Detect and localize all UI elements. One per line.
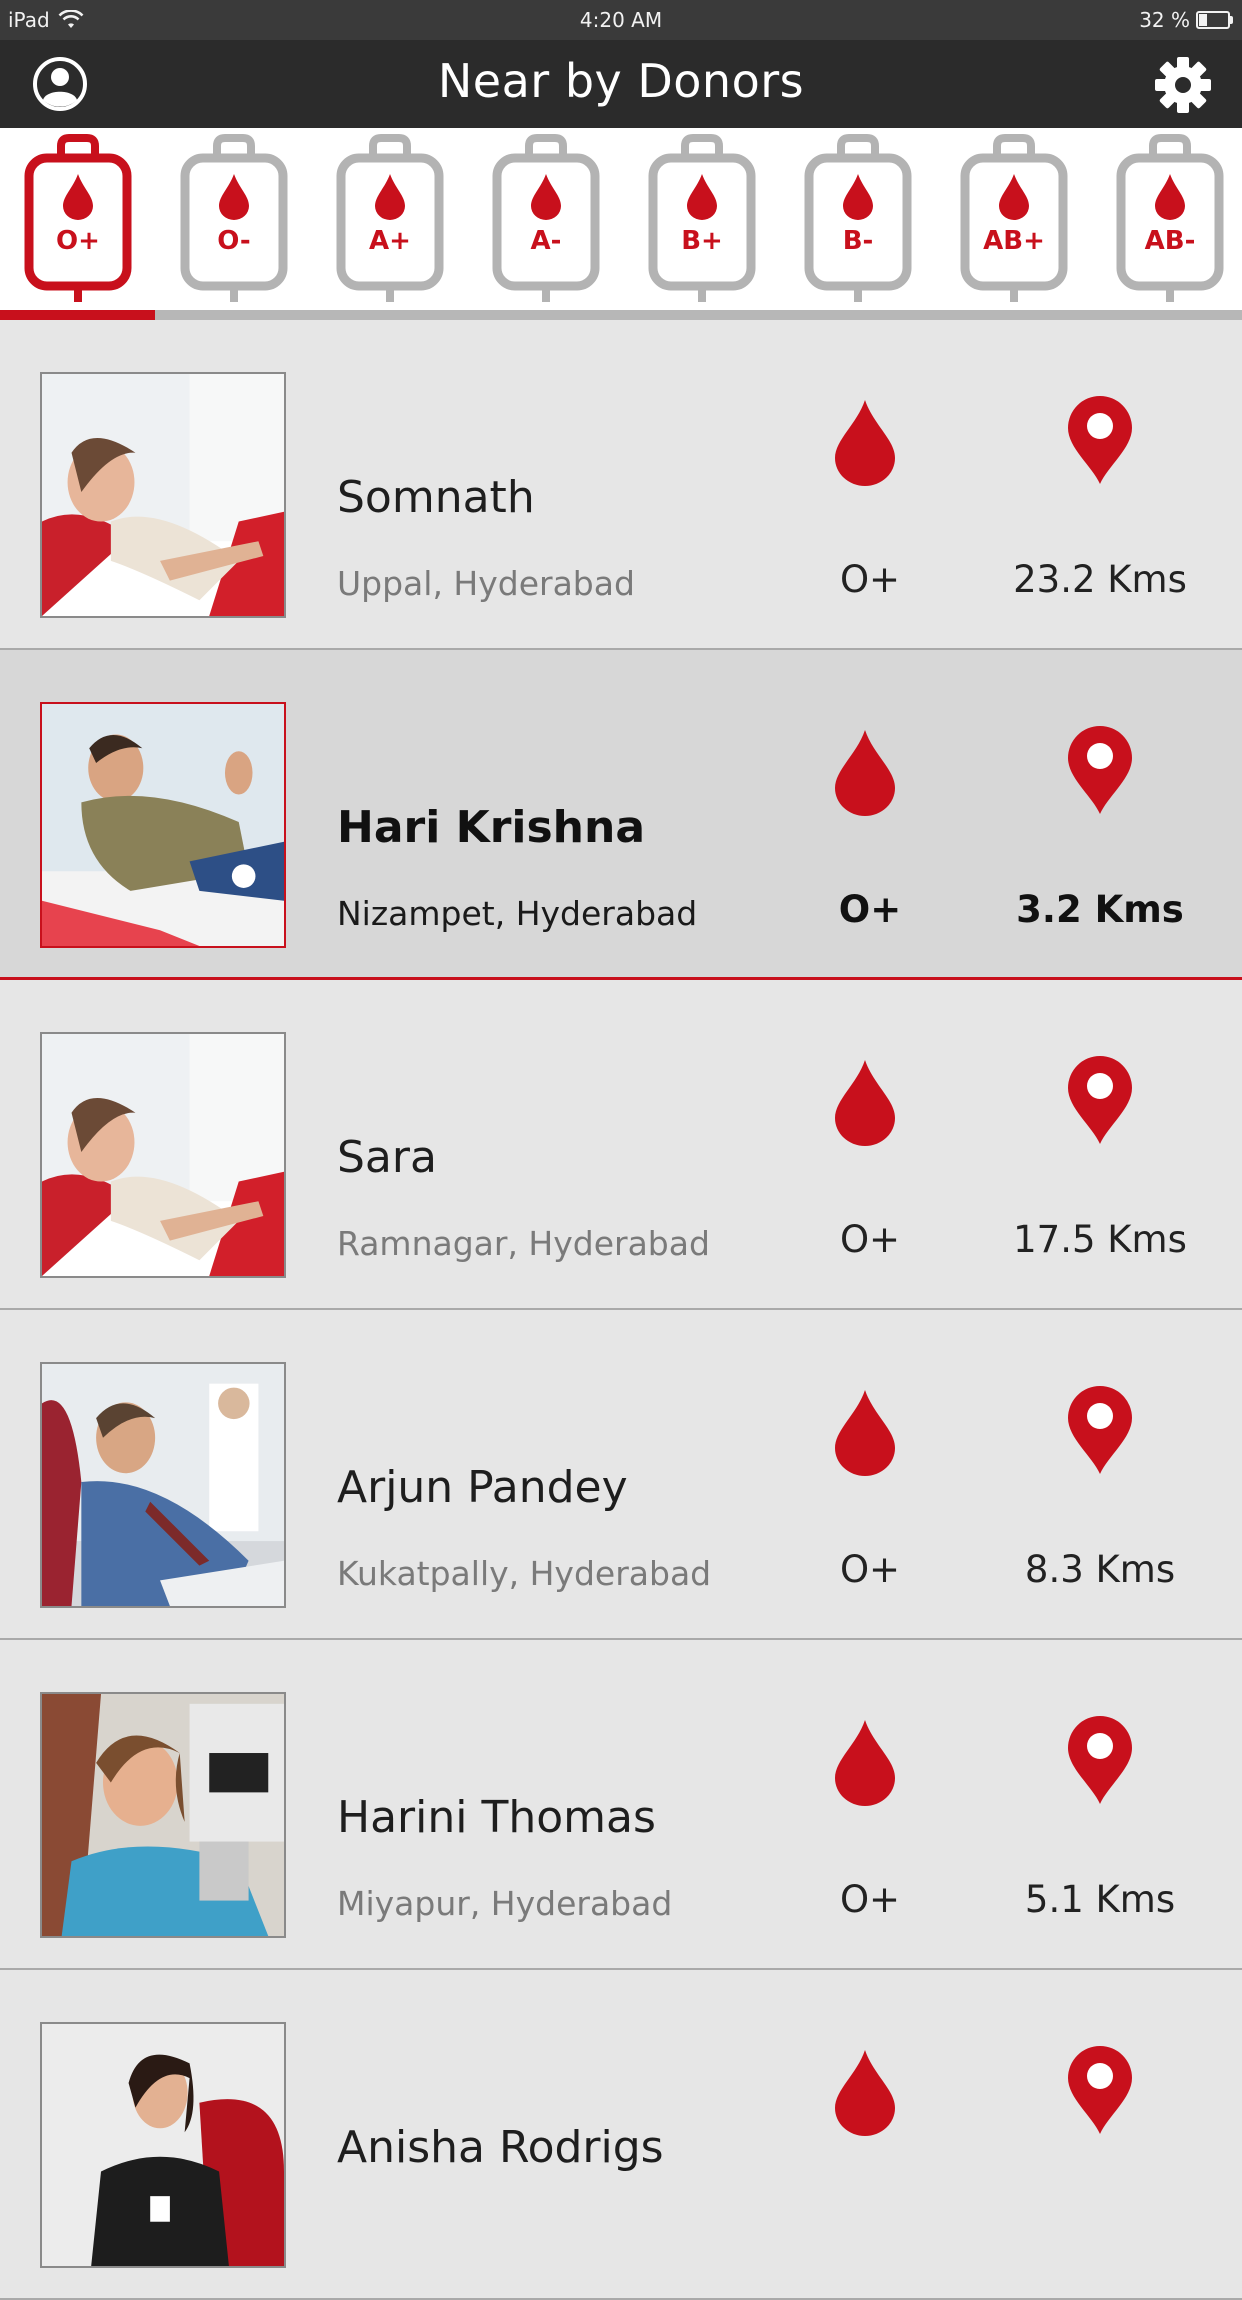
blood-bag-icon [1116, 134, 1224, 302]
blood-bag-icon [180, 134, 288, 302]
battery-icon [1196, 11, 1233, 29]
blood-type-label: A- [530, 226, 562, 256]
donor-row[interactable]: Arjun Pandey Kukatpally, Hyderabad O+ 8.… [0, 1310, 1242, 1640]
blood-bag-icon [648, 134, 756, 302]
tab-track [0, 310, 1242, 320]
donor-name: Somnath [337, 472, 535, 523]
blood-type-tabs: O+ O- A+ A- B+ B- AB+ AB- [0, 128, 1242, 320]
donor-row[interactable]: Somnath Uppal, Hyderabad O+ 23.2 Kms [0, 320, 1242, 650]
donor-row[interactable]: Anisha Rodrigs [0, 1970, 1242, 2300]
donor-distance: 8.3 Kms [1024, 1548, 1176, 1591]
donor-location: Miyapur, Hyderabad [337, 1884, 673, 1923]
donor-location: Nizampet, Hyderabad [337, 894, 698, 933]
location-pin-icon [1068, 1056, 1132, 1144]
status-time: 4:20 AM [579, 8, 663, 32]
donor-name: Sara [337, 1132, 437, 1183]
blood-bag-icon [24, 134, 132, 302]
blood-type-label: O- [217, 226, 251, 256]
blood-drop-icon [835, 400, 895, 486]
blood-drop-icon [835, 1060, 895, 1146]
gear-icon[interactable] [1154, 56, 1212, 114]
tab-a-negative[interactable]: A- [491, 134, 601, 306]
donor-list: Somnath Uppal, Hyderabad O+ 23.2 Kms Har… [0, 320, 1242, 2300]
donor-name: Arjun Pandey [337, 1462, 628, 1513]
blood-drop-icon [835, 1720, 895, 1806]
blood-drop-icon [835, 1390, 895, 1476]
donor-name: Anisha Rodrigs [337, 2122, 664, 2173]
donor-blood-group: O+ [839, 1548, 901, 1591]
blood-type-label: AB- [1144, 226, 1196, 256]
tab-ab-negative[interactable]: AB- [1115, 134, 1225, 306]
tab-o-positive[interactable]: O+ [23, 134, 133, 306]
donor-blood-group: O+ [839, 558, 901, 601]
tab-a-positive[interactable]: A+ [335, 134, 445, 306]
donor-distance: 17.5 Kms [1013, 1218, 1187, 1261]
donor-location: Ramnagar, Hyderabad [337, 1224, 710, 1263]
donor-photo [40, 1362, 286, 1608]
donor-distance: 3.2 Kms [1016, 888, 1184, 931]
donor-blood-group: O+ [838, 888, 902, 931]
tab-b-positive[interactable]: B+ [647, 134, 757, 306]
location-pin-icon [1068, 2046, 1132, 2134]
nav-bar: Near by Donors [0, 40, 1242, 128]
blood-drop-icon [835, 2050, 895, 2136]
tab-ab-positive[interactable]: AB+ [959, 134, 1069, 306]
donor-location: Uppal, Hyderabad [337, 564, 635, 603]
donor-row[interactable]: Sara Ramnagar, Hyderabad O+ 17.5 Kms [0, 980, 1242, 1310]
status-bar: iPad 4:20 AM 32 % [0, 0, 1242, 40]
page-title: Near by Donors [437, 54, 805, 108]
donor-row[interactable]: Harini Thomas Miyapur, Hyderabad O+ 5.1 … [0, 1640, 1242, 1970]
donor-location: Kukatpally, Hyderabad [337, 1554, 712, 1593]
blood-type-label: O+ [56, 226, 100, 256]
donor-name: Hari Krishna [337, 802, 646, 853]
donor-photo [40, 1032, 286, 1278]
donor-blood-group: O+ [839, 1878, 901, 1921]
location-pin-icon [1068, 1716, 1132, 1804]
blood-bag-icon [336, 134, 444, 302]
donor-row[interactable]: Hari Krishna Nizampet, Hyderabad O+ 3.2 … [0, 650, 1242, 980]
blood-type-label: AB+ [983, 226, 1045, 256]
donor-blood-group: O+ [839, 1218, 901, 1261]
battery-percent: 32 % [1139, 8, 1190, 32]
donor-photo [40, 1692, 286, 1938]
blood-type-label: B+ [681, 226, 723, 256]
donor-distance: 5.1 Kms [1024, 1878, 1176, 1921]
tab-o-negative[interactable]: O- [179, 134, 289, 306]
location-pin-icon [1068, 1386, 1132, 1474]
donor-photo [40, 2022, 286, 2268]
blood-type-label: A+ [369, 226, 411, 256]
donor-photo [40, 372, 286, 618]
donor-photo [40, 702, 286, 948]
donor-name: Harini Thomas [337, 1792, 656, 1843]
blood-bag-icon [960, 134, 1068, 302]
blood-bag-icon [804, 134, 912, 302]
blood-type-label: B- [842, 226, 874, 256]
blood-drop-icon [835, 730, 895, 816]
tab-selected-indicator [0, 310, 155, 320]
donor-distance: 23.2 Kms [1013, 558, 1187, 601]
location-pin-icon [1068, 396, 1132, 484]
tab-b-negative[interactable]: B- [803, 134, 913, 306]
blood-bag-icon [492, 134, 600, 302]
location-pin-icon [1068, 726, 1132, 814]
